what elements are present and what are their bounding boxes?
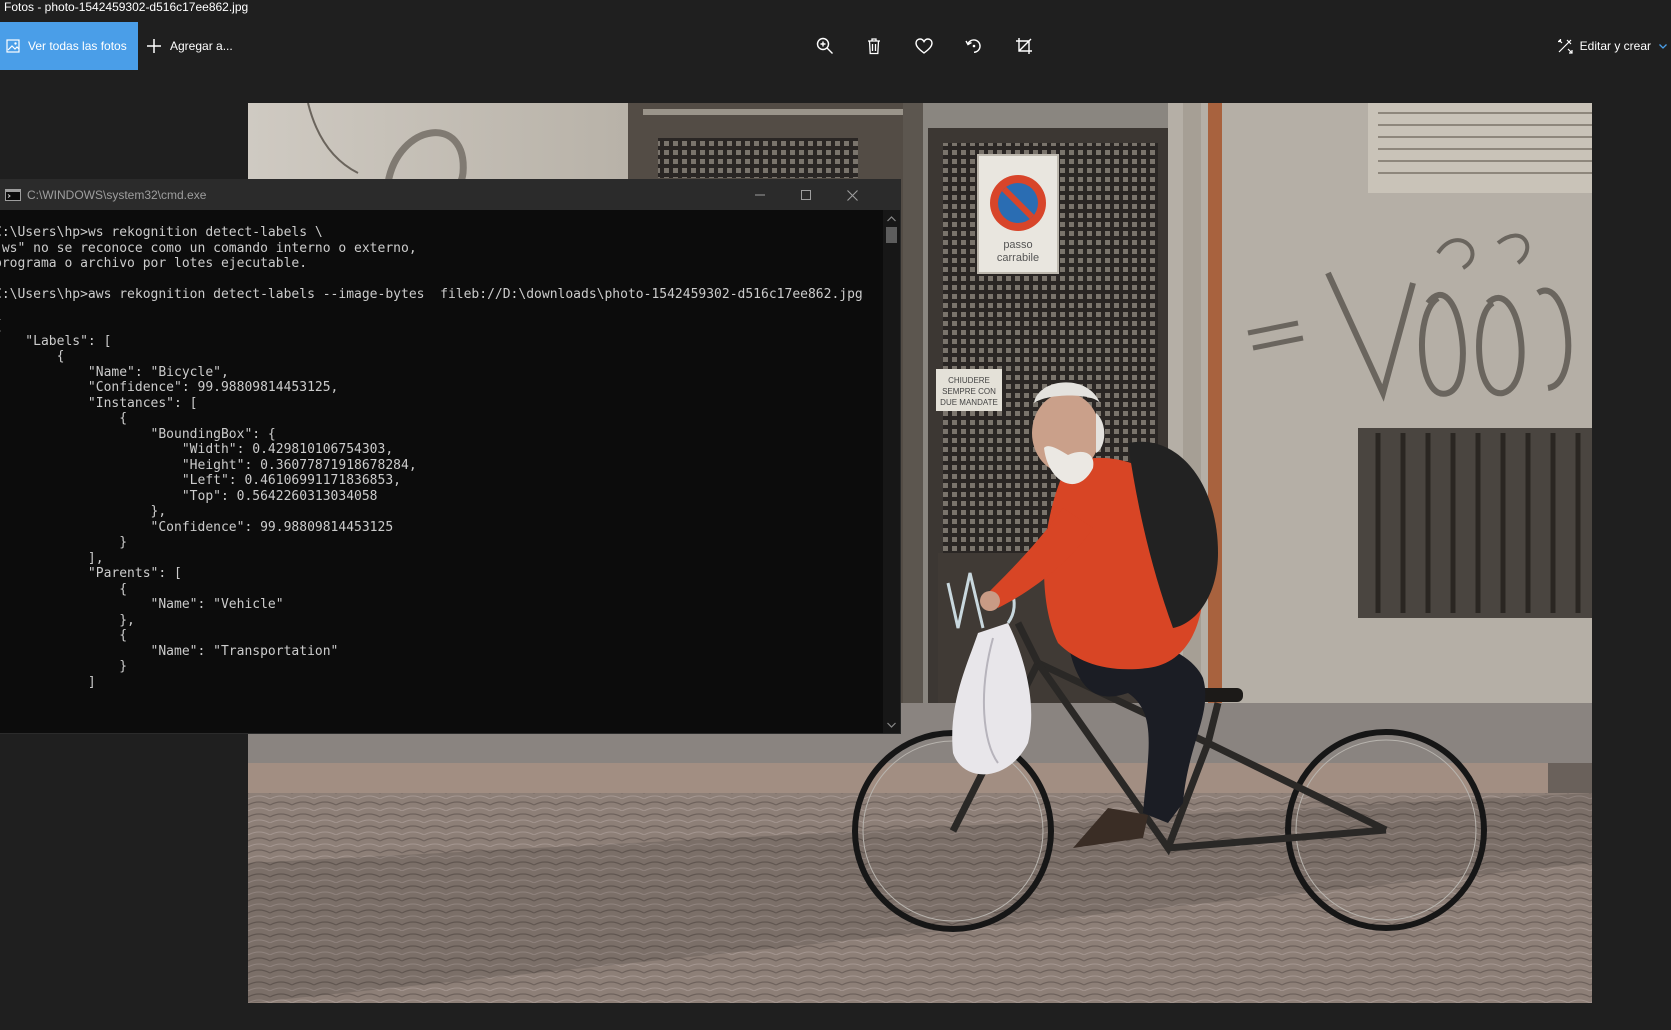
cmd-line: { [0, 318, 2, 334]
cmd-line: "Width": 0.429810106754303, [0, 442, 394, 457]
image-icon [6, 39, 20, 53]
cmd-titlebar[interactable]: C:\WINDOWS\system32\cmd.exe [0, 180, 900, 210]
cmd-title: C:\WINDOWS\system32\cmd.exe [27, 188, 207, 202]
edit-create-icon [1557, 38, 1573, 54]
view-all-photos-button[interactable]: Ver todas las fotos [0, 22, 138, 70]
cmd-scrollbar[interactable] [883, 210, 900, 733]
cmd-line: "Confidence": 99.98809814453125, [0, 380, 339, 395]
view-all-photos-label: Ver todas las fotos [28, 39, 127, 53]
add-to-label: Agregar a... [170, 39, 233, 53]
sign-text-carrabile: carrabile [997, 252, 1039, 264]
maximize-icon[interactable] [783, 180, 829, 210]
plus-icon [146, 38, 162, 54]
cmd-line: ] [0, 675, 96, 690]
trash-icon[interactable] [863, 35, 885, 57]
cmd-line: C:\Users\hp>ws rekognition detect-labels… [0, 225, 323, 240]
note-line-2: SEMPRE CON [942, 387, 996, 396]
photos-app: Fotos - photo-1542459302-d516c17ee862.jp… [0, 0, 1671, 1030]
cmd-line: "Parents": [ [0, 566, 182, 581]
cmd-line: "Left": 0.46106991171836853, [0, 473, 401, 488]
cmd-line: "Name": "Transportation" [0, 644, 339, 659]
window-title: Fotos - photo-1542459302-d516c17ee862.jp… [0, 0, 1671, 15]
cmd-line: } [0, 659, 128, 674]
cmd-line: "Labels": [ [0, 334, 112, 349]
cmd-line: "BoundingBox": { [0, 427, 276, 442]
minimize-icon[interactable] [737, 180, 783, 210]
cmd-window[interactable]: C:\WINDOWS\system32\cmd.exe C:\Users\hp>… [0, 180, 900, 733]
toolbar: Ver todas las fotos Agregar a... Editar … [0, 22, 1671, 70]
cmd-line: "Top": 0.5642260313034058 [0, 489, 378, 504]
cmd-line: }, [0, 504, 167, 519]
cmd-line: ], [0, 551, 104, 566]
cmd-output[interactable]: C:\Users\hp>ws rekognition detect-labels… [0, 210, 883, 733]
cmd-line: "Instances": [ [0, 396, 198, 411]
cmd-line: "ws" no se reconoce como un comando inte… [0, 241, 417, 256]
cmd-line: programa o archivo por lotes ejecutable. [0, 256, 308, 271]
cmd-line: "Name": "Vehicle" [0, 597, 284, 612]
heart-icon[interactable] [913, 35, 935, 57]
scroll-up-icon[interactable] [887, 214, 896, 223]
cmd-app-icon [5, 189, 21, 201]
cmd-line: { [0, 349, 65, 364]
cmd-line: "Height": 0.36077871918678284, [0, 458, 417, 473]
cmd-line: { [0, 582, 128, 597]
cmd-line: } [0, 535, 128, 550]
cmd-line: }, [0, 613, 135, 628]
cmd-line: "Confidence": 99.98809814453125 [0, 520, 394, 535]
scroll-thumb[interactable] [886, 227, 897, 243]
chevron-down-icon [1659, 42, 1667, 50]
note-line-1: CHIUDERE [948, 376, 990, 385]
note-line-3: DUE MANDATE [940, 398, 998, 407]
crop-icon[interactable] [1013, 35, 1035, 57]
add-to-button[interactable]: Agregar a... [146, 22, 233, 70]
sign-text-passo: passo [1003, 239, 1032, 251]
cmd-line: { [0, 411, 128, 426]
zoom-in-icon[interactable] [814, 35, 836, 57]
edit-create-button[interactable]: Editar y crear [1557, 22, 1671, 70]
cmd-line: C:\Users\hp>aws rekognition detect-label… [0, 287, 863, 302]
rotate-icon[interactable] [963, 35, 985, 57]
cmd-line: { [0, 628, 128, 643]
edit-create-label: Editar y crear [1579, 39, 1651, 53]
scroll-down-icon[interactable] [887, 720, 896, 729]
cmd-line: "Name": "Bicycle", [0, 365, 229, 380]
close-icon[interactable] [829, 180, 875, 210]
